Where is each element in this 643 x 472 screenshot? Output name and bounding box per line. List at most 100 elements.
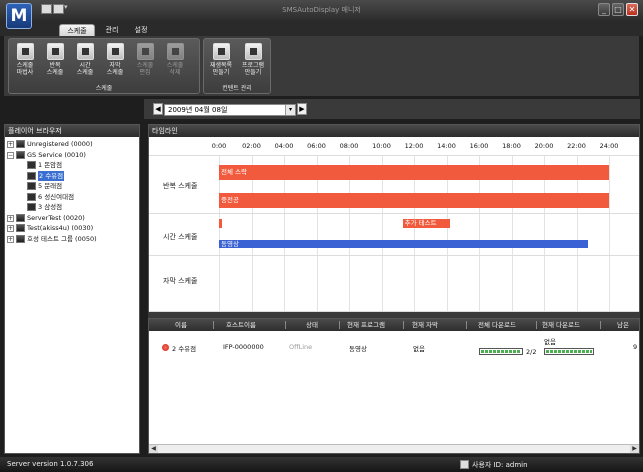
- ribbon-group-label: 컨텐트 관리: [222, 85, 252, 92]
- hour-tick-label: 16:00: [469, 142, 489, 150]
- schedule-bar[interactable]: 동영상: [219, 240, 588, 248]
- group-icon: [16, 140, 25, 148]
- group-icon: [16, 150, 25, 159]
- repeat-schedule-button[interactable]: 반복 스케줄: [43, 43, 67, 76]
- progress-fill: [546, 350, 592, 353]
- hour-tick-label: 0:00: [211, 142, 227, 150]
- current-download-progress: [544, 348, 594, 355]
- expand-icon[interactable]: +: [7, 235, 14, 243]
- player-browser-panel: 플레이어 브라우저 + Unregistered (0000) − GS Ser…: [4, 124, 140, 454]
- tab-settings[interactable]: 설정: [128, 24, 154, 36]
- cell-remaining: 9: [633, 343, 638, 351]
- hour-tick-label: 04:00: [274, 142, 294, 150]
- tree-item[interactable]: + Test(akiss4u) (0030): [5, 223, 139, 234]
- player-icon: [27, 171, 36, 180]
- cell-caption: 없음: [413, 345, 425, 353]
- tree-item[interactable]: + ServerTest (0020): [5, 213, 139, 224]
- row-label-caption: 자막 스케줄: [163, 277, 198, 285]
- prev-date-button[interactable]: ◀: [153, 103, 163, 115]
- repeat-schedule-icon: [46, 43, 64, 60]
- cell-status: OffLine: [289, 343, 313, 351]
- column-separator: [600, 321, 601, 329]
- date-value: 2009년 04월 08일: [168, 106, 228, 114]
- player-status-table: 이름 호스트이름 상태 현재 프로그램 현재 자막 전체 다운로드 현재 다운로…: [148, 318, 640, 454]
- column-header[interactable]: 호스트이름: [226, 319, 256, 331]
- row-separator: [149, 255, 639, 256]
- hour-tick-label: 02:00: [242, 142, 261, 150]
- hour-tick-label: 06:00: [307, 142, 326, 150]
- tree-item[interactable]: 6 성신여대점: [5, 192, 139, 203]
- column-header[interactable]: 전체 다운로드: [478, 319, 516, 331]
- tree-item[interactable]: 5 문래점: [5, 181, 139, 192]
- hour-tick-label: 22:00: [567, 142, 586, 150]
- tree-item[interactable]: − GS Service (0010): [5, 150, 139, 161]
- row-separator: [149, 155, 639, 156]
- column-header[interactable]: 현재 프로그램: [347, 319, 385, 331]
- column-header[interactable]: 이름: [175, 319, 187, 331]
- player-icon: [27, 203, 36, 211]
- progress-fill: [481, 350, 521, 353]
- expand-icon[interactable]: +: [7, 141, 14, 148]
- schedule-bar[interactable]: 전체 스락: [219, 165, 609, 180]
- column-header[interactable]: 남은: [617, 319, 629, 331]
- schedule-wizard-button[interactable]: 스케줄 마법사: [13, 43, 37, 76]
- caption-schedule-button[interactable]: 자막 스케줄: [103, 43, 127, 76]
- column-separator: [213, 321, 214, 329]
- schedule-bar[interactable]: 중전공: [219, 193, 609, 208]
- timeline-panel: 타임라인 0:00 02:00 04:00 06:00 08:00 10:00 12:00 1…: [148, 124, 640, 312]
- column-separator: [403, 321, 404, 329]
- time-schedule-button[interactable]: 시간 스케줄: [73, 43, 97, 76]
- cell-current-download-label: 없음: [544, 338, 556, 346]
- tree-item[interactable]: 1 돈암점: [5, 160, 139, 171]
- hour-tick-label: 08:00: [339, 142, 359, 150]
- user-id: 사용자 ID: admin: [472, 461, 528, 469]
- ribbon-body: 스케줄 마법사 반복 스케줄 시간 스케줄 자막 스케줄 스케줄 편집 스케줄 …: [4, 36, 639, 96]
- date-picker[interactable]: 2009년 04월 08일 ▾: [164, 104, 296, 116]
- column-header[interactable]: 현재 자막: [412, 319, 438, 331]
- maximize-button[interactable]: □: [612, 3, 624, 16]
- hour-gridline: [609, 155, 610, 311]
- delete-schedule-icon: [166, 43, 184, 60]
- make-program-button[interactable]: 프로그램 만들기: [241, 43, 265, 76]
- hour-tick-label: 20:00: [534, 142, 554, 150]
- tree-item-selected[interactable]: 2 수유점: [5, 170, 139, 181]
- tab-schedule[interactable]: 스케줄: [59, 24, 95, 36]
- column-header[interactable]: 현재 다운로드: [542, 319, 580, 331]
- collapse-icon[interactable]: −: [7, 151, 14, 159]
- column-separator: [536, 321, 537, 329]
- player-icon: [27, 182, 36, 190]
- ribbon-tabs: 스케줄 관리 설정: [0, 22, 643, 36]
- scroll-right-icon[interactable]: ▶: [630, 445, 639, 453]
- close-button[interactable]: ✕: [626, 3, 638, 16]
- app-logo-button[interactable]: M: [6, 3, 32, 29]
- delete-schedule-button[interactable]: 스케줄 삭제: [163, 43, 187, 76]
- total-download-progress: [479, 348, 523, 355]
- hour-tick-label: 24:00: [599, 142, 619, 150]
- scroll-left-icon[interactable]: ◀: [149, 445, 158, 453]
- row-label-time: 시간 스케줄: [163, 233, 198, 241]
- expand-icon[interactable]: +: [7, 225, 14, 232]
- wand-icon: [16, 43, 34, 60]
- window-title: SMSAutoDisplay 매니저: [282, 6, 361, 14]
- group-icon: [16, 213, 25, 222]
- column-separator: [285, 321, 286, 329]
- column-header[interactable]: 상태: [306, 319, 318, 331]
- schedule-bar[interactable]: 추가 테스트: [402, 219, 450, 228]
- expand-icon[interactable]: +: [7, 214, 14, 222]
- edit-schedule-button[interactable]: 스케줄 편집: [133, 43, 157, 76]
- tree-item[interactable]: + Unregistered (0000): [5, 139, 139, 150]
- group-icon: [16, 234, 25, 243]
- tree-item[interactable]: + 호성 테스트 그룹 (0050): [5, 234, 139, 245]
- schedule-start-marker: [219, 219, 222, 228]
- chevron-down-icon[interactable]: ▾: [285, 105, 295, 115]
- minimize-button[interactable]: _: [598, 3, 610, 16]
- tree-item[interactable]: 3 삼성점: [5, 202, 139, 213]
- next-date-button[interactable]: ▶: [297, 103, 307, 115]
- horizontal-scrollbar[interactable]: ◀ ▶: [149, 444, 639, 453]
- hour-tick-label: 18:00: [502, 142, 521, 150]
- caption-schedule-icon: [106, 43, 124, 60]
- make-playlist-button[interactable]: 재생목록 만들기: [209, 43, 233, 76]
- title-bar: M ▾ SMSAutoDisplay 매니저 _ □ ✕: [0, 0, 643, 29]
- timeline-hour-axis: 0:00 02:00 04:00 06:00 08:00 10:00 12:00 14:00 1…: [149, 139, 639, 155]
- tab-manage[interactable]: 관리: [99, 24, 125, 36]
